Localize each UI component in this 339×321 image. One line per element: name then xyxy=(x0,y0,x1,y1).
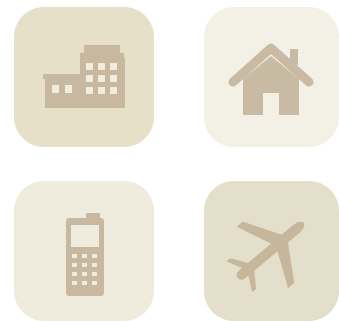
office-building-icon xyxy=(43,45,125,108)
mobile-phone-icon xyxy=(66,213,104,296)
icon-grid xyxy=(0,0,339,321)
travel-tile[interactable] xyxy=(204,181,339,321)
mobile-tile[interactable] xyxy=(14,181,154,321)
house-icon xyxy=(228,43,314,115)
home-tile[interactable] xyxy=(204,7,339,147)
airplane-icon xyxy=(226,221,305,293)
office-tile[interactable] xyxy=(14,7,154,147)
